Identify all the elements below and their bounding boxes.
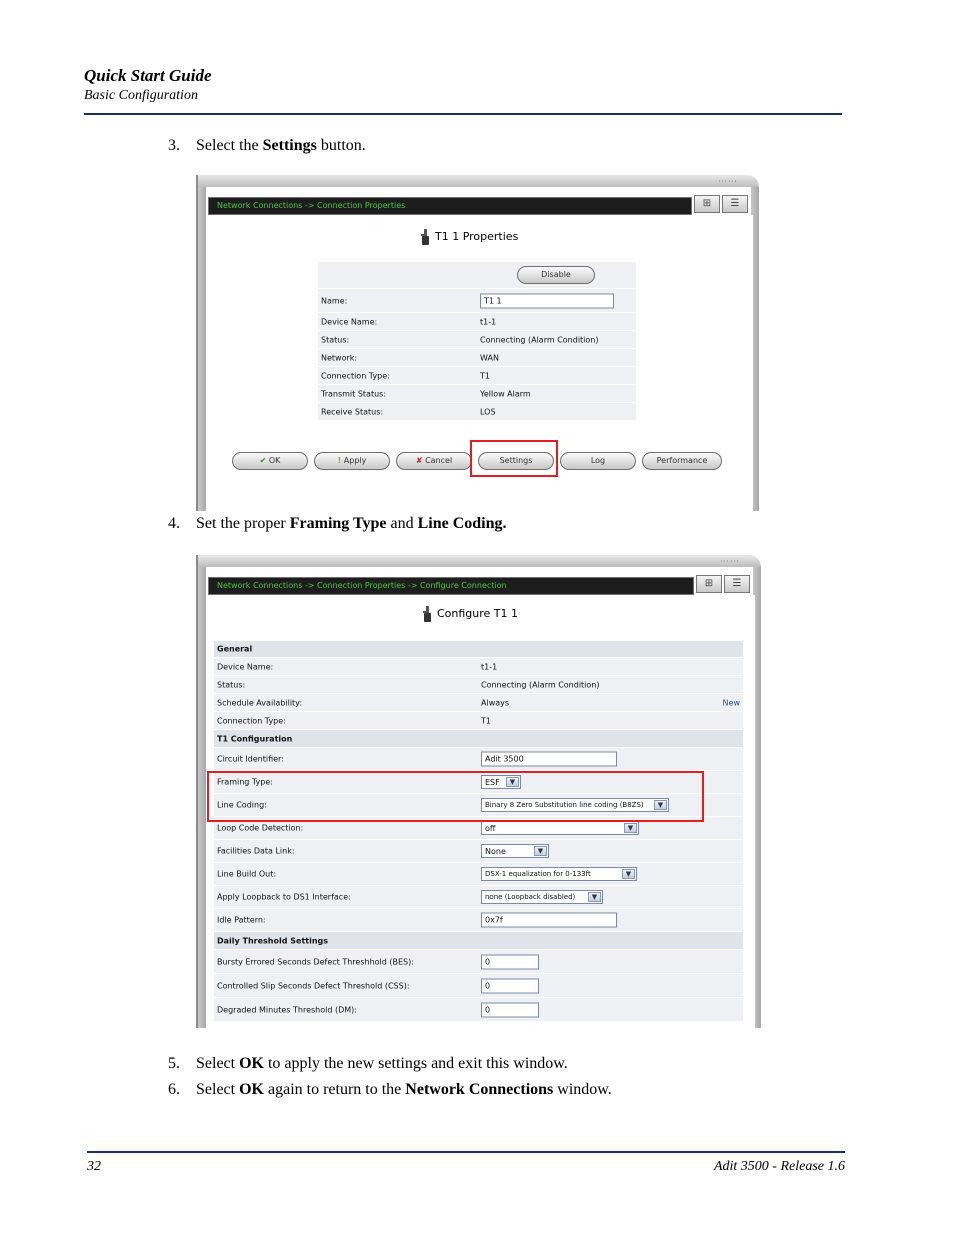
chevron-down-icon: ▼ — [624, 823, 637, 833]
footer-divider — [87, 1151, 845, 1153]
table-row: Network: WAN — [318, 349, 636, 367]
cancel-x-icon: ✘ — [415, 456, 423, 465]
window-menu-icon[interactable]: ☰ — [724, 575, 750, 593]
framing-coding-highlight-box — [207, 771, 704, 822]
disable-button[interactable]: Disable — [517, 266, 595, 284]
table-row: Line Build Out: DSX-1 equalization for 0-… — [214, 863, 743, 886]
breadcrumb-bar: Network Connections -> Connection Proper… — [208, 197, 692, 215]
dm-threshold-input[interactable]: 0 — [481, 1002, 539, 1017]
step-5: 5. Select OK to apply the new settings an… — [168, 1055, 568, 1072]
page-title: Configure T1 1 — [422, 606, 518, 622]
resize-grip-icon: ⋯⋯ — [718, 177, 738, 187]
check-icon: ✔ — [259, 456, 267, 465]
window-frame — [198, 175, 759, 187]
chevron-down-icon: ▼ — [534, 846, 547, 856]
ok-button[interactable]: ✔ OK — [232, 452, 308, 470]
circuit-identifier-input[interactable]: Adit 3500 — [481, 751, 617, 767]
window-left-edge — [198, 567, 206, 1028]
table-row: Transmit Status: Yellow Alarm — [318, 385, 636, 403]
performance-button[interactable]: Performance — [642, 452, 722, 470]
loopback-select[interactable]: none (Loopback disabled) ▼ — [481, 890, 603, 904]
table-row: Connection Type: T1 — [214, 712, 743, 730]
header-divider — [84, 113, 842, 115]
apply-icon: ! — [337, 456, 342, 465]
step-4: 4. Set the proper Framing Type and Line C… — [168, 515, 507, 532]
step-3: 3. Select the Settings button. — [168, 137, 366, 154]
bes-threshold-input[interactable]: 0 — [481, 954, 539, 969]
network-map-icon[interactable]: ⊞ — [696, 575, 722, 593]
table-row: Degraded Minutes Threshold (DM): 0 — [214, 998, 743, 1022]
connector-icon — [423, 606, 431, 622]
line-build-out-select[interactable]: DSX-1 equalization for 0-133ft ▼ — [481, 867, 637, 881]
table-row: Device Name: t1-1 — [318, 313, 636, 331]
table-row: Bursty Errored Seconds Defect Threshhold… — [214, 950, 743, 974]
table-row: Receive Status: LOS — [318, 403, 636, 421]
disable-row: Disable — [318, 262, 636, 289]
page-number: 32 — [87, 1159, 101, 1174]
guide-title: Quick Start Guide — [84, 66, 212, 85]
table-row: Status: Connecting (Alarm Condition) — [214, 676, 743, 694]
table-row: Idle Pattern: 0x7f — [214, 909, 743, 932]
table-row: Status: Connecting (Alarm Condition) — [318, 331, 636, 349]
window-frame — [198, 555, 761, 567]
threshold-section-header: Daily Threshold Settings — [214, 932, 743, 950]
t1-config-section-header: T1 Configuration — [214, 730, 743, 748]
resize-grip-icon: ⋯⋯ — [720, 557, 740, 567]
facilities-data-link-select[interactable]: None ▼ — [481, 844, 549, 858]
page-title: T1 1 Properties — [420, 229, 518, 245]
general-section-header: General — [214, 641, 743, 658]
connector-icon — [421, 229, 429, 245]
chevron-down-icon: ▼ — [622, 869, 635, 879]
window-menu-icon[interactable]: ☰ — [722, 195, 748, 213]
table-row: Apply Loopback to DS1 Interface: none (Lo… — [214, 886, 743, 909]
new-schedule-link[interactable]: New — [723, 698, 740, 707]
table-row: Facilities Data Link: None ▼ — [214, 840, 743, 863]
table-row: Device Name: t1-1 — [214, 658, 743, 676]
table-row: Schedule Availability: Always New — [214, 694, 743, 712]
window-left-edge — [198, 187, 206, 511]
loop-code-detection-select[interactable]: off ▼ — [481, 821, 639, 835]
properties-table: Disable Name: T1 1 Device Name: t1-1 Stat… — [318, 262, 636, 421]
network-map-icon[interactable]: ⊞ — [694, 195, 720, 213]
table-row: Connection Type: T1 — [318, 367, 636, 385]
idle-pattern-input[interactable]: 0x7f — [481, 912, 617, 928]
step-6: 6. Select OK again to return to the Netwo… — [168, 1081, 612, 1098]
configuration-table: General Device Name: t1-1 Status: Connecti… — [214, 641, 743, 1022]
log-button[interactable]: Log — [560, 452, 636, 470]
table-row: Name: T1 1 — [318, 289, 636, 313]
chevron-down-icon: ▼ — [588, 892, 601, 902]
settings-highlight-box — [470, 440, 558, 477]
breadcrumb-bar: Network Connections -> Connection Proper… — [208, 577, 694, 595]
css-threshold-input[interactable]: 0 — [481, 978, 539, 993]
apply-button[interactable]: ! Apply — [314, 452, 390, 470]
table-row: Circuit Identifier: Adit 3500 — [214, 748, 743, 771]
cancel-button[interactable]: ✘ Cancel — [396, 452, 472, 470]
section-subtitle: Basic Configuration — [84, 88, 198, 103]
product-release: Adit 3500 - Release 1.6 — [713, 1159, 845, 1174]
name-input[interactable]: T1 1 — [480, 293, 614, 308]
table-row: Controlled Slip Seconds Defect Threshold… — [214, 974, 743, 998]
